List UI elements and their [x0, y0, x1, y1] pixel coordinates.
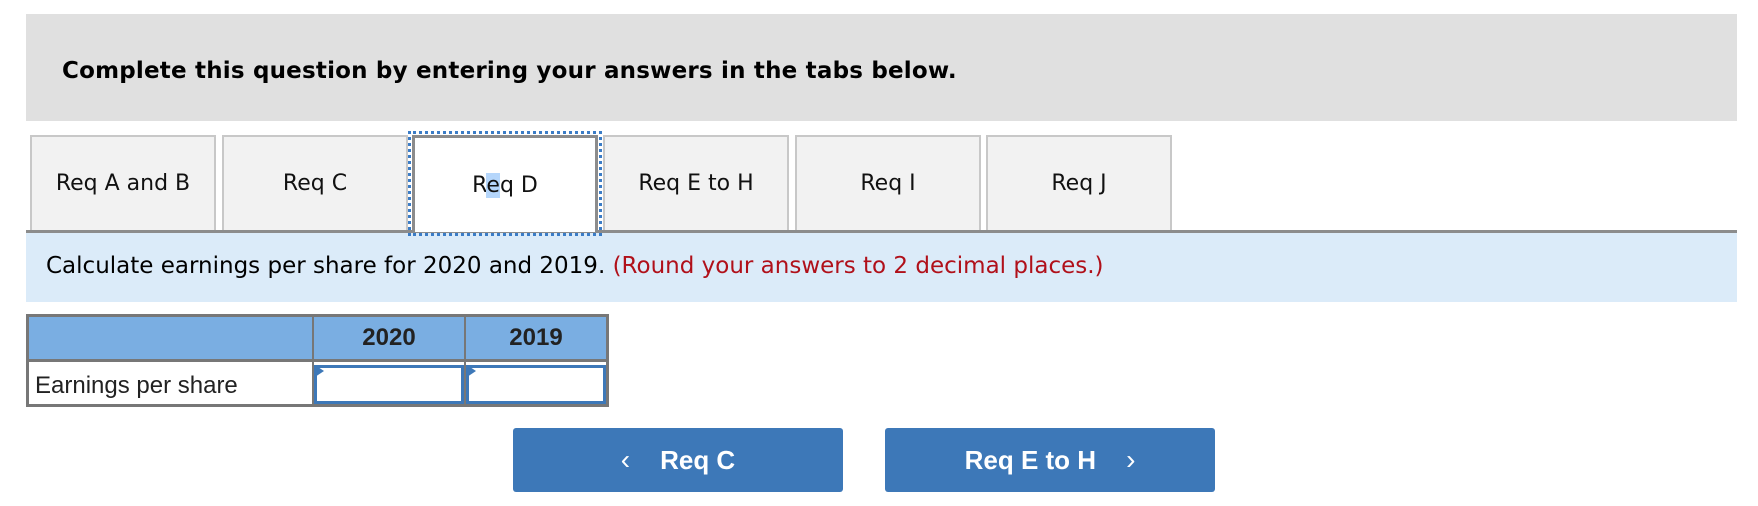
instructions-text: Complete this question by entering your … [62, 58, 957, 84]
tab-req-i[interactable]: Req I [795, 135, 981, 230]
tab-req-c[interactable]: Req C [222, 135, 408, 230]
column-header-2019: 2019 [509, 324, 563, 351]
next-req-e-to-h-button[interactable]: Req E to H › [885, 428, 1215, 492]
eps-2020-input[interactable] [314, 365, 464, 404]
answer-table: 2020 2019 Earnings per share [26, 314, 609, 407]
tab-label: Req J [1051, 171, 1107, 196]
rounding-note: (Round your answers to 2 decimal places.… [612, 253, 1104, 279]
row-label-earnings-per-share: Earnings per share [35, 372, 238, 399]
tab-label: Req D [472, 172, 538, 198]
prev-req-c-button[interactable]: ‹ Req C [513, 428, 843, 492]
tab-label-part: R [472, 172, 487, 198]
text-selection: e [486, 172, 500, 198]
question-prompt-panel: Calculate earnings per share for 2020 an… [26, 233, 1737, 302]
question-prompt: Calculate earnings per share for 2020 an… [46, 253, 1104, 279]
requirement-tabs: Req A and B Req C Req D Req E to H Req I… [26, 131, 1737, 236]
tab-req-e-to-h[interactable]: Req E to H [603, 135, 789, 230]
chevron-right-icon: › [1126, 444, 1136, 475]
tab-label-part: q D [499, 172, 538, 198]
input-marker-icon [315, 365, 324, 377]
table-header-row: 2020 2019 [29, 317, 606, 362]
tab-req-a-and-b[interactable]: Req A and B [30, 135, 216, 230]
next-button-label: Req E to H [964, 444, 1097, 475]
chevron-left-icon: ‹ [620, 444, 631, 475]
tab-label: Req A and B [55, 171, 191, 196]
prompt-text: Calculate earnings per share for 2020 an… [46, 253, 606, 279]
prev-button-label: Req C [660, 444, 736, 475]
tab-label: Req E to H [638, 171, 754, 196]
instructions-banner: Complete this question by entering your … [26, 14, 1737, 121]
column-header-2020: 2020 [362, 324, 416, 351]
tab-req-d[interactable]: Req D [408, 131, 602, 236]
tab-req-j[interactable]: Req J [986, 135, 1172, 230]
eps-2019-input[interactable] [466, 365, 606, 404]
input-marker-icon [467, 365, 476, 377]
tab-label: Req I [860, 171, 916, 196]
column-header-label [29, 317, 312, 359]
tab-label: Req C [282, 171, 348, 196]
